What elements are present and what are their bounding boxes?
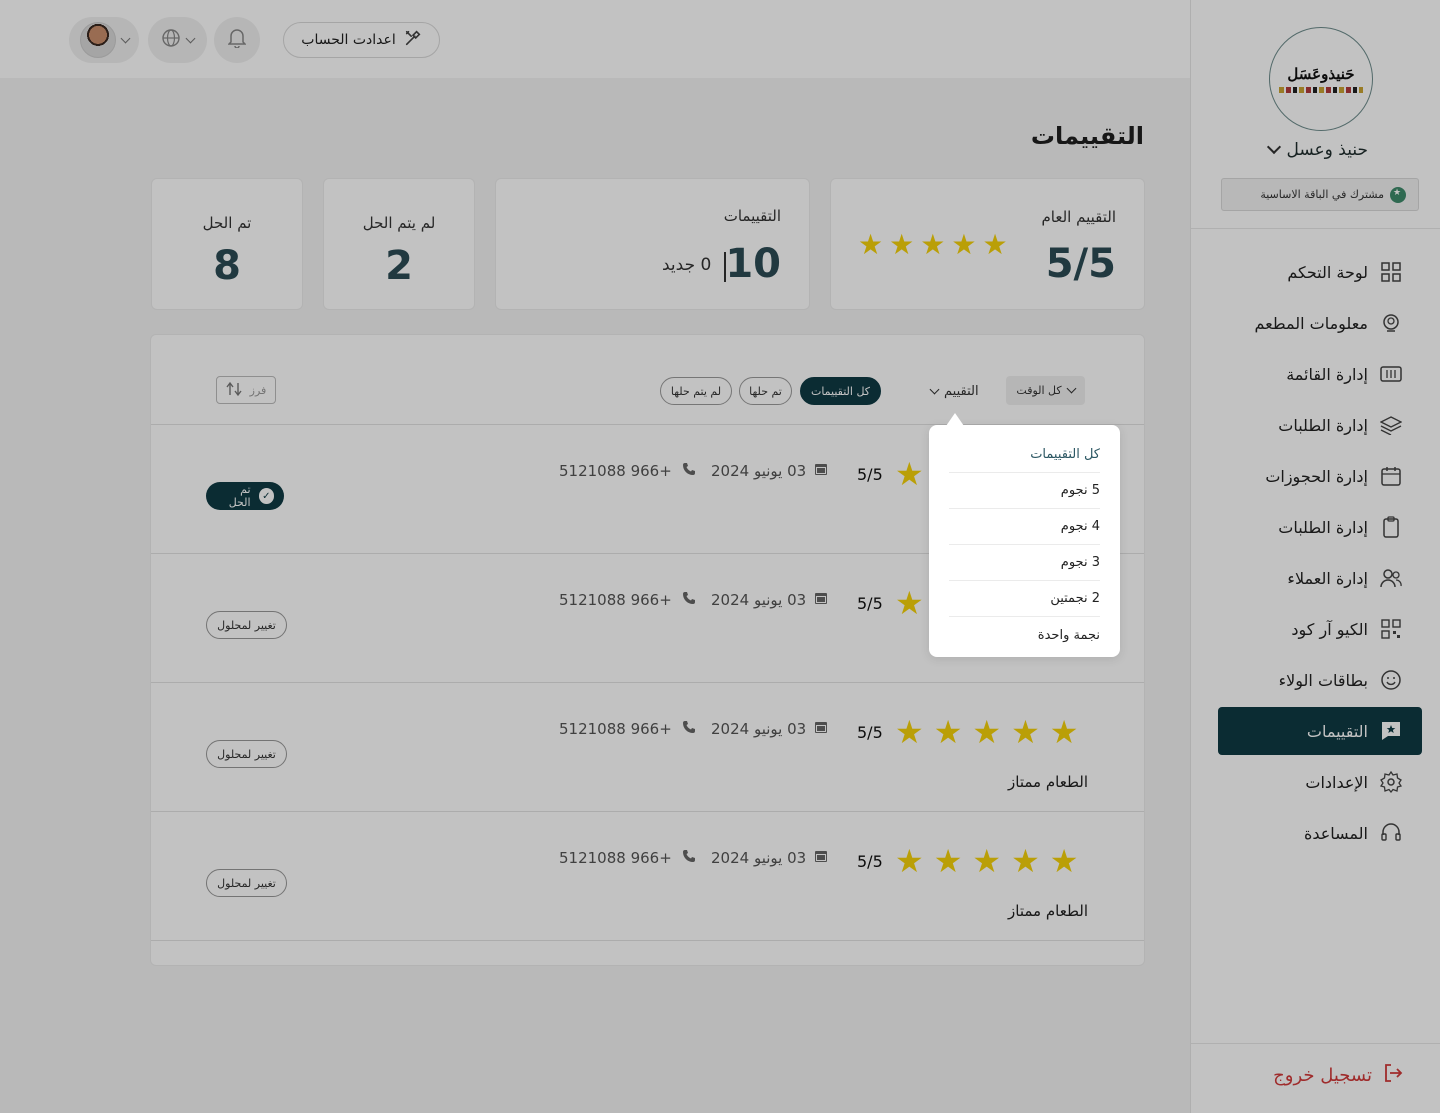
dropdown-option-4-stars[interactable]: 4 نجوم xyxy=(949,509,1100,545)
dropdown-option-all[interactable]: كل التقييمات xyxy=(949,437,1100,473)
modal-overlay[interactable] xyxy=(0,0,1440,1113)
dropdown-option-3-stars[interactable]: 3 نجوم xyxy=(949,545,1100,581)
dropdown-option-2-stars[interactable]: 2 نجمتين xyxy=(949,581,1100,617)
dropdown-option-1-star[interactable]: نجمة واحدة xyxy=(949,617,1100,653)
dropdown-option-5-stars[interactable]: 5 نجوم xyxy=(949,473,1100,509)
rating-dropdown-menu: كل التقييمات 5 نجوم 4 نجوم 3 نجوم 2 نجمت… xyxy=(929,413,1120,657)
